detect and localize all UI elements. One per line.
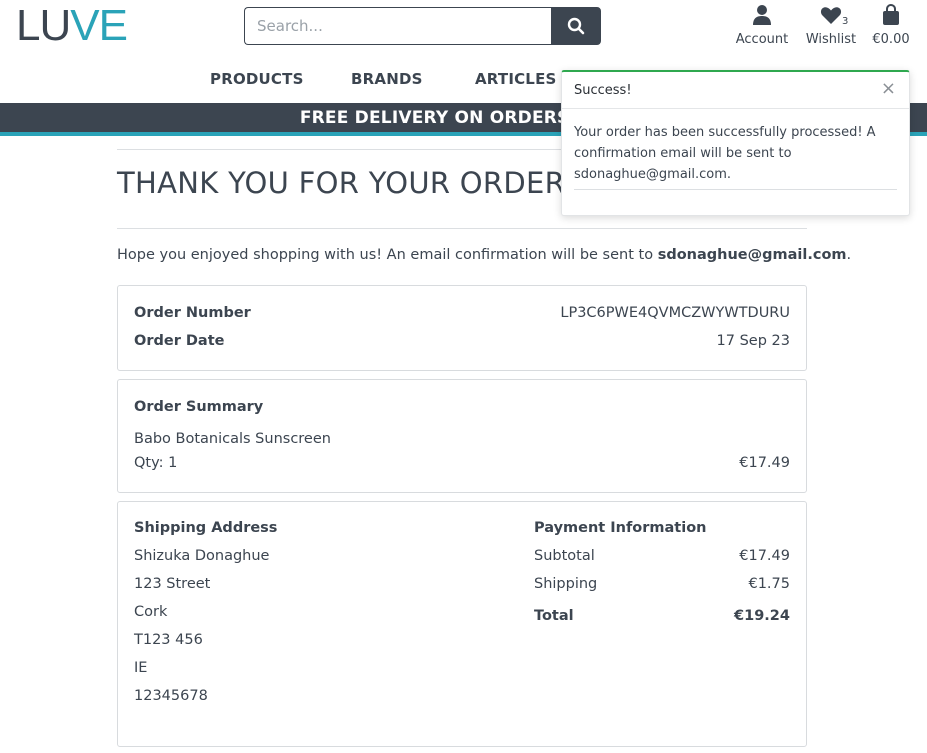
logo-text-accent: VE [70, 1, 128, 50]
shipping-line: 12345678 [134, 688, 208, 704]
account-link[interactable]: Account [733, 4, 791, 47]
wishlist-link[interactable]: 3 Wishlist [802, 4, 860, 47]
nav-item-articles[interactable]: ARTICLES [475, 70, 557, 88]
user-icon [753, 5, 771, 25]
total-value: €19.24 [734, 608, 790, 624]
close-icon[interactable]: × [881, 78, 896, 99]
shipping-line: IE [134, 660, 148, 676]
summary-item-name: Babo Botanicals Sunscreen [134, 431, 331, 447]
search-input[interactable] [244, 7, 551, 45]
order-summary-card: Order Summary Babo Botanicals Sunscreen … [117, 379, 807, 493]
shipping-cost-value: €1.75 [748, 576, 790, 592]
order-date-label: Order Date [134, 333, 225, 349]
shipping-heading: Shipping Address [134, 520, 278, 536]
bag-link[interactable]: €0.00 [868, 3, 914, 47]
intro-text: Hope you enjoyed shopping with us! An em… [117, 247, 658, 263]
order-date-row: Order Date 17 Sep 23 [134, 333, 790, 349]
toast-title: Success! [574, 83, 632, 98]
summary-heading: Order Summary [134, 399, 264, 415]
subtotal-value: €17.49 [739, 548, 790, 564]
search-icon [567, 17, 585, 35]
site-logo[interactable]: LUVE [16, 4, 128, 48]
search-button[interactable] [551, 7, 601, 45]
wishlist-count: 3 [842, 16, 849, 27]
banner-text: FREE DELIVERY ON ORDERS OV [299, 108, 604, 128]
total-row: Total €19.24 [534, 606, 790, 634]
bag-total: €0.00 [872, 32, 910, 47]
toast-header: Success! × [562, 72, 909, 109]
shipping-line: Shizuka Donaghue [134, 548, 270, 564]
shopping-bag-icon [883, 3, 899, 25]
order-number-value: LP3C6PWE4QVMCZWYWTDURU [560, 305, 790, 321]
toast-message: Your order has been successfully process… [574, 125, 876, 182]
order-number-label: Order Number [134, 305, 251, 321]
shipping-line: Cork [134, 604, 168, 620]
heart-icon [820, 7, 842, 24]
confirmation-intro: Hope you enjoyed shopping with us! An em… [117, 247, 851, 263]
shipping-address: Shipping Address Shizuka Donaghue 123 St… [134, 520, 277, 714]
intro-email: sdonaghue@gmail.com [657, 247, 847, 263]
shipping-cost-label: Shipping [534, 576, 598, 592]
wishlist-label: Wishlist [805, 32, 857, 47]
order-details-card: Order Number LP3C6PWE4QVMCZWYWTDURU Orde… [117, 285, 807, 371]
shipping-line: 123 Street [134, 576, 211, 592]
account-label: Account [735, 32, 789, 47]
shipping-line: T123 456 [134, 632, 203, 648]
summary-heading-row: Order Summary [134, 399, 790, 415]
page-title: THANK YOU FOR YOUR ORDER! [117, 166, 578, 200]
shipping-cost-row: Shipping €1.75 [534, 574, 790, 602]
nav-item-products[interactable]: PRODUCTS [210, 70, 304, 88]
summary-item-row: Babo Botanicals Sunscreen [134, 431, 790, 447]
payment-information: Payment Information Subtotal €17.49 Ship… [534, 520, 790, 634]
summary-qty-row: Qty: 1 €17.49 [134, 455, 790, 471]
intro-suffix: . [846, 247, 852, 263]
summary-item-price: €17.49 [739, 455, 790, 471]
total-label: Total [534, 608, 574, 624]
order-date-value: 17 Sep 23 [716, 333, 790, 349]
logo-text-dark: LU [16, 1, 71, 50]
payment-heading: Payment Information [534, 520, 707, 536]
shipping-payment-card: Shipping Address Shizuka Donaghue 123 St… [117, 501, 807, 747]
subtotal-row: Subtotal €17.49 [534, 546, 790, 574]
success-toast: Success! × Your order has been successfu… [561, 70, 910, 216]
nav-item-brands[interactable]: BRANDS [351, 70, 423, 88]
order-number-row: Order Number LP3C6PWE4QVMCZWYWTDURU [134, 305, 790, 321]
divider-title [117, 228, 807, 229]
toast-divider [574, 189, 897, 190]
subtotal-label: Subtotal [534, 548, 595, 564]
search-bar [244, 7, 601, 45]
summary-item-qty: Qty: 1 [134, 455, 178, 471]
